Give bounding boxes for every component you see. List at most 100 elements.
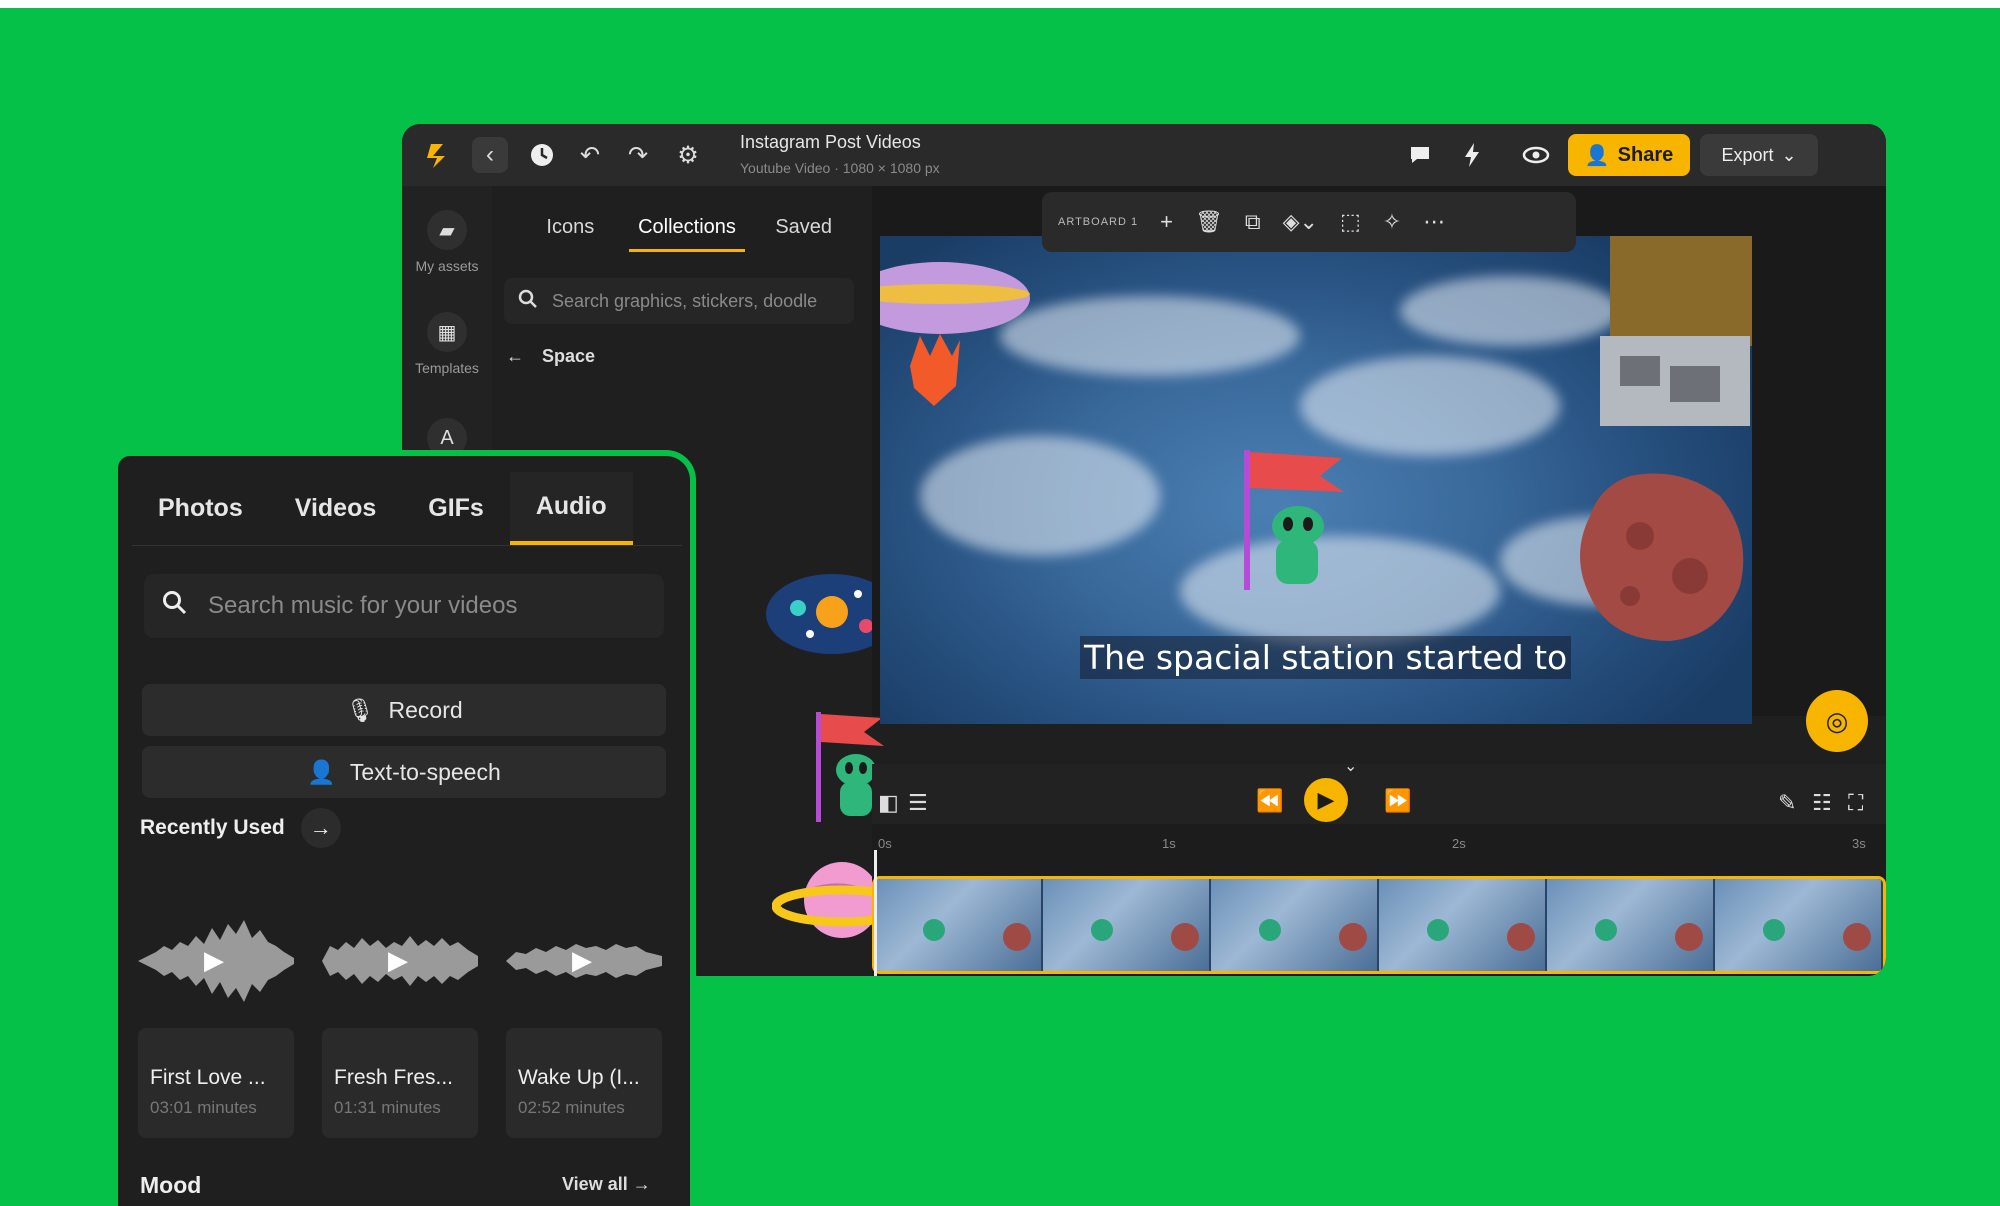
timeline-tick: 2s	[1452, 836, 1466, 851]
layers-icon[interactable]: ◧	[878, 790, 899, 816]
share-label: Share	[1617, 143, 1674, 166]
project-subtitle: Youtube Video · 1080 × 1080 px	[740, 160, 940, 176]
music-search[interactable]: Search music for your videos	[144, 574, 664, 638]
folder-icon: ▰	[427, 210, 467, 250]
track-frame	[1547, 879, 1715, 971]
undo-icon[interactable]: ↶	[572, 137, 608, 173]
rail-item-my-assets[interactable]: ▰ My assets	[402, 210, 492, 274]
history-icon[interactable]	[524, 137, 560, 173]
audio-track[interactable]: ▶ First Love ... 03:01 minutes	[138, 906, 294, 1138]
rail-item-templates[interactable]: ▦ Templates	[402, 312, 492, 376]
tab-photos[interactable]: Photos	[132, 472, 269, 545]
export-button[interactable]: Export ⌄	[1700, 134, 1818, 176]
text-to-speech-button[interactable]: 👤 Text-to-speech	[142, 746, 666, 798]
project-title[interactable]: Instagram Post Videos	[740, 132, 921, 153]
play-icon[interactable]: ▶	[380, 942, 416, 978]
add-icon[interactable]: +	[1160, 209, 1173, 235]
audio-panel: Photos Videos GIFs Audio Search music fo…	[112, 450, 696, 1206]
waveform: ▶	[138, 906, 294, 1016]
collection-back[interactable]: ← Space	[506, 346, 595, 367]
video-track[interactable]	[872, 876, 1886, 974]
view-all-link[interactable]: View all →	[562, 1174, 651, 1195]
fast-forward-icon[interactable]: ⏩	[1384, 788, 1411, 814]
track-card[interactable]: Wake Up (I... 02:52 minutes	[506, 1028, 662, 1138]
add-user-icon: 👤	[1584, 144, 1610, 167]
artboard-toolbar: ARTBOARD 1 + 🗑 ⧉ ◈⌄ ⬚ ✧ ⋯	[1042, 192, 1576, 252]
preview-eye-icon[interactable]	[1518, 137, 1554, 173]
audio-track[interactable]: ▶ Wake Up (I... 02:52 minutes	[506, 906, 662, 1138]
microphone-icon: 🎙	[345, 696, 375, 723]
artboard-label: ARTBOARD 1	[1058, 216, 1139, 228]
timeline-tick: 1s	[1162, 836, 1176, 851]
trash-icon[interactable]: 🗑	[1195, 209, 1223, 235]
graphics-search[interactable]: Search graphics, stickers, doodle	[504, 278, 854, 324]
track-frame	[1379, 879, 1547, 971]
duplicate-icon[interactable]: ⧉	[1245, 209, 1261, 235]
artboard[interactable]: The spacial station started to	[880, 236, 1752, 724]
record-button[interactable]: 🎙 Record	[142, 684, 666, 736]
arrow-left-icon: ←	[506, 346, 524, 366]
media-tabs: Photos Videos GIFs Audio	[132, 472, 682, 546]
track-duration: 02:52 minutes	[518, 1098, 625, 1117]
app-logo-icon[interactable]	[420, 137, 456, 173]
view-all-label: View all	[562, 1174, 628, 1194]
track-name: First Love ...	[150, 1066, 266, 1089]
playhead[interactable]	[874, 850, 877, 976]
tab-videos[interactable]: Videos	[269, 472, 403, 545]
back-icon[interactable]: ‹	[472, 137, 508, 173]
magic-icon[interactable]: ✧	[1383, 209, 1401, 235]
caption-text[interactable]: The spacial station started to	[1080, 636, 1572, 679]
timeline: 0s 1s 2s 3s	[872, 824, 1886, 976]
sticker-ufo[interactable]	[880, 236, 1050, 436]
fullscreen-icon[interactable]: ⛶	[1848, 790, 1863, 816]
export-label: Export	[1721, 144, 1774, 165]
grid-icon: ▦	[427, 312, 467, 352]
arrow-right-icon[interactable]: →	[300, 808, 341, 848]
track-card[interactable]: First Love ... 03:01 minutes	[138, 1028, 294, 1138]
resize-icon[interactable]: ⬚	[1340, 209, 1361, 235]
music-search-input[interactable]: Search music for your videos	[208, 592, 517, 620]
track-frame	[875, 879, 1043, 971]
sticker-alien-flag-canvas[interactable]	[1232, 446, 1362, 596]
play-button[interactable]: ▶	[1304, 778, 1348, 822]
chevron-down-icon[interactable]: ⌄	[1344, 756, 1357, 776]
split-icon[interactable]: ✎	[1778, 790, 1796, 816]
help-button[interactable]: ◎	[1806, 690, 1868, 752]
tab-audio[interactable]: Audio	[509, 472, 633, 545]
waveform: ▶	[506, 906, 662, 1016]
tab-icons[interactable]: Icons	[512, 208, 629, 252]
recently-used-title: Recently Used	[140, 816, 285, 839]
track-card[interactable]: Fresh Fres... 01:31 minutes	[322, 1028, 478, 1138]
rail-label: Templates	[415, 360, 479, 376]
redo-icon[interactable]: ↷	[620, 137, 656, 173]
play-icon[interactable]: ▶	[564, 942, 600, 978]
tab-saved[interactable]: Saved	[745, 208, 862, 252]
track-frame	[1211, 879, 1379, 971]
fill-icon[interactable]: ◈⌄	[1283, 209, 1318, 235]
rewind-icon[interactable]: ⏪	[1256, 788, 1283, 814]
chevron-down-icon: ⌄	[1781, 144, 1797, 165]
more-icon[interactable]: ⋯	[1423, 209, 1445, 235]
graphics-search-input[interactable]: Search graphics, stickers, doodle	[552, 291, 817, 312]
collection-name: Space	[542, 346, 596, 366]
speaker-person-icon: 👤	[307, 758, 336, 785]
track-name: Wake Up (I...	[518, 1066, 640, 1089]
tab-collections[interactable]: Collections	[628, 208, 746, 252]
rail-label: My assets	[415, 258, 479, 274]
record-label: Record	[388, 696, 463, 723]
sticker-space-station[interactable]	[1570, 236, 1752, 446]
gear-icon[interactable]: ⚙	[670, 137, 706, 173]
sticker-red-asteroid[interactable]	[1570, 466, 1752, 646]
grid-view-icon[interactable]: ☷	[1812, 790, 1832, 816]
bolt-icon[interactable]	[1454, 137, 1490, 173]
subtitles-icon[interactable]: ☰	[908, 790, 928, 816]
audio-track[interactable]: ▶ Fresh Fres... 01:31 minutes	[322, 906, 478, 1138]
play-icon[interactable]: ▶	[196, 942, 232, 978]
graphics-tabs: Icons Collections Saved	[512, 208, 862, 252]
mood-title: Mood	[140, 1172, 202, 1198]
tab-gifs[interactable]: GIFs	[402, 472, 510, 545]
comment-icon[interactable]	[1402, 137, 1438, 173]
recently-used-header: Recently Used →	[140, 808, 341, 848]
arrow-right-icon: →	[632, 1174, 651, 1194]
share-button[interactable]: 👤 Share	[1568, 134, 1690, 176]
